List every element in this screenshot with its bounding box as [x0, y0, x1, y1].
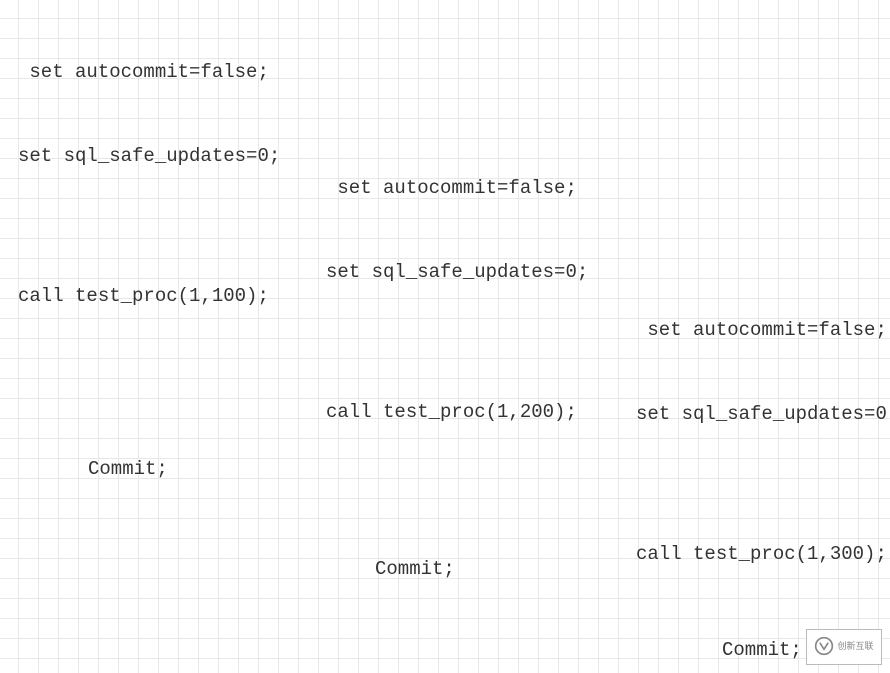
sql-block-session-1: set autocommit=false; set sql_safe_updat… [18, 2, 280, 338]
sql-line: call test_proc(1,200); [326, 398, 588, 426]
sql-line: set autocommit=false; [18, 58, 280, 86]
logo-brand-text: 创新互联 [837, 642, 873, 652]
sql-block-session-2: set autocommit=false; set sql_safe_updat… [326, 118, 588, 454]
logo-icon [814, 636, 834, 658]
commit-statement-2: Commit; [375, 555, 455, 583]
watermark-logo: 创新互联 [806, 629, 882, 665]
sql-line: set sql_safe_updates=0; [636, 400, 890, 428]
commit-statement-3: Commit; [722, 636, 802, 664]
sql-line: call test_proc(1,100); [18, 282, 280, 310]
sql-block-session-3: set autocommit=false; set sql_safe_updat… [636, 260, 890, 596]
sql-line: set sql_safe_updates=0; [326, 258, 588, 286]
sql-line: call test_proc(1,300); [636, 540, 890, 568]
sql-line: set autocommit=false; [326, 174, 588, 202]
commit-statement-1: Commit; [88, 455, 168, 483]
sql-line: set autocommit=false; [636, 316, 890, 344]
sql-line: set sql_safe_updates=0; [18, 142, 280, 170]
